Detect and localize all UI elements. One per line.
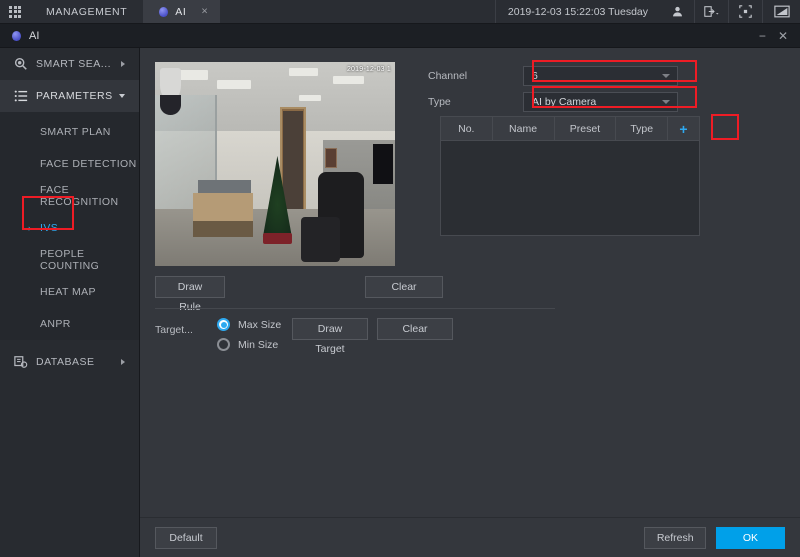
footer-bar: Default Refresh OK bbox=[140, 517, 800, 557]
window-title: AI bbox=[29, 30, 39, 42]
main-content: 2019-12-03 1 Draw Rule Clear Target... M… bbox=[140, 48, 800, 557]
parameters-list-icon bbox=[14, 89, 36, 103]
minimize-icon[interactable]: − bbox=[759, 30, 766, 42]
camera-preview-scene bbox=[155, 62, 395, 266]
target-label: Target... bbox=[155, 324, 193, 336]
target-size-radio-group: Max Size Min Size bbox=[217, 318, 281, 351]
radio-max-size-indicator bbox=[217, 318, 230, 331]
column-header-no: No. bbox=[441, 117, 493, 140]
refresh-button[interactable]: Refresh bbox=[644, 527, 706, 549]
divider bbox=[155, 308, 555, 309]
user-icon[interactable] bbox=[660, 0, 694, 23]
sidebar-item-ivs-label: IVS bbox=[40, 222, 58, 234]
sidebar-item-heat-map[interactable]: HEAT MAP bbox=[0, 276, 139, 308]
chevron-right-icon: › bbox=[28, 223, 31, 233]
system-datetime: 2019-12-03 15:22:03 Tuesday bbox=[495, 0, 660, 23]
channel-select[interactable]: 6 bbox=[523, 66, 678, 86]
chevron-down-icon bbox=[119, 94, 125, 98]
chevron-down-icon bbox=[662, 100, 670, 104]
sidebar-item-ivs[interactable]: › IVS bbox=[0, 212, 139, 244]
column-header-name: Name bbox=[493, 117, 555, 140]
sidebar-item-parameters[interactable]: PARAMETERS bbox=[0, 80, 139, 112]
camera-preview[interactable]: 2019-12-03 1 bbox=[155, 62, 395, 266]
display-icon[interactable] bbox=[762, 0, 800, 23]
tab-ai[interactable]: AI × bbox=[143, 0, 220, 23]
channel-row: Channel 6 bbox=[428, 66, 678, 86]
type-select-value: AI by Camera bbox=[532, 96, 596, 108]
clear-target-button[interactable]: Clear bbox=[377, 318, 453, 340]
draw-rule-row: Draw Rule Clear bbox=[155, 276, 555, 302]
sidebar-item-people-counting-label: PEOPLE COUNTING bbox=[40, 248, 139, 272]
type-label: Type bbox=[428, 96, 523, 108]
sidebar-item-face-recognition-label: FACE RECOGNITION bbox=[40, 184, 139, 208]
sidebar-item-face-recognition[interactable]: FACE RECOGNITION bbox=[0, 180, 139, 212]
column-header-preset: Preset bbox=[555, 117, 617, 140]
sidebar-item-database[interactable]: DATABASE bbox=[0, 346, 139, 378]
grid-menu-icon bbox=[9, 6, 21, 18]
video-timestamp-overlay: 2019-12-03 1 bbox=[347, 66, 391, 73]
ok-button[interactable]: OK bbox=[716, 527, 785, 549]
sidebar-item-smart-search[interactable]: SMART SEA... bbox=[0, 48, 139, 80]
channel-select-value: 6 bbox=[532, 70, 538, 82]
draw-target-button[interactable]: Draw Target bbox=[292, 318, 368, 340]
tab-ai-label: AI bbox=[175, 6, 186, 18]
annotation-box-add-rule bbox=[711, 114, 739, 140]
sidebar-item-anpr[interactable]: ANPR bbox=[0, 308, 139, 340]
sidebar-item-anpr-label: ANPR bbox=[40, 318, 71, 330]
rule-table-header: No. Name Preset Type + bbox=[441, 117, 699, 141]
window-header: AI − ✕ bbox=[0, 24, 800, 48]
system-icon-group bbox=[660, 0, 800, 23]
sidebar: SMART SEA... PARAMETERS SMART PLAN FACE … bbox=[0, 48, 140, 557]
add-rule-button[interactable]: + bbox=[668, 117, 699, 140]
close-icon[interactable]: ✕ bbox=[778, 30, 788, 42]
radio-min-size[interactable]: Min Size bbox=[217, 338, 281, 351]
tab-management[interactable]: MANAGEMENT bbox=[30, 0, 143, 23]
sidebar-subnav: SMART PLAN FACE DETECTION FACE RECOGNITI… bbox=[0, 112, 139, 340]
radio-min-size-label: Min Size bbox=[238, 339, 278, 351]
rule-table-body bbox=[441, 141, 699, 236]
default-button[interactable]: Default bbox=[155, 527, 217, 549]
column-header-type: Type bbox=[616, 117, 668, 140]
radio-min-size-indicator bbox=[217, 338, 230, 351]
rule-table: No. Name Preset Type + bbox=[440, 116, 700, 236]
sidebar-item-database-label: DATABASE bbox=[36, 356, 94, 368]
logout-icon[interactable] bbox=[694, 0, 728, 23]
draw-rule-button[interactable]: Draw Rule bbox=[155, 276, 225, 298]
sidebar-item-smart-plan[interactable]: SMART PLAN bbox=[0, 116, 139, 148]
tab-management-label: MANAGEMENT bbox=[46, 6, 127, 18]
radio-max-size[interactable]: Max Size bbox=[217, 318, 281, 331]
top-tab-bar: MANAGEMENT AI × 2019-12-03 15:22:03 Tues… bbox=[0, 0, 800, 24]
smart-search-icon bbox=[14, 57, 36, 71]
sidebar-item-face-detection[interactable]: FACE DETECTION bbox=[0, 148, 139, 180]
footer-right-group: Refresh OK bbox=[629, 527, 800, 549]
sidebar-item-people-counting[interactable]: PEOPLE COUNTING bbox=[0, 244, 139, 276]
sidebar-item-parameters-label: PARAMETERS bbox=[36, 90, 113, 102]
type-row: Type AI by Camera bbox=[428, 92, 678, 112]
database-icon bbox=[14, 355, 36, 369]
sidebar-item-heat-map-label: HEAT MAP bbox=[40, 286, 96, 298]
sidebar-item-face-detection-label: FACE DETECTION bbox=[40, 158, 137, 170]
ai-icon bbox=[159, 7, 168, 17]
window-controls: − ✕ bbox=[759, 30, 800, 42]
grid-menu-button[interactable] bbox=[0, 0, 30, 23]
window-ai-icon bbox=[12, 31, 21, 41]
clear-rule-button[interactable]: Clear bbox=[365, 276, 443, 298]
layout-icon[interactable] bbox=[728, 0, 762, 23]
chevron-right-icon bbox=[121, 359, 125, 365]
tab-close-icon[interactable]: × bbox=[201, 6, 208, 17]
target-size-row: Target... Max Size Min Size Draw Target … bbox=[155, 316, 575, 360]
chevron-down-icon bbox=[662, 74, 670, 78]
sidebar-item-smart-search-label: SMART SEA... bbox=[36, 58, 111, 70]
channel-label: Channel bbox=[428, 70, 523, 82]
sidebar-item-smart-plan-label: SMART PLAN bbox=[40, 126, 111, 138]
type-select[interactable]: AI by Camera bbox=[523, 92, 678, 112]
radio-max-size-label: Max Size bbox=[238, 319, 281, 331]
chevron-right-icon bbox=[121, 61, 125, 67]
